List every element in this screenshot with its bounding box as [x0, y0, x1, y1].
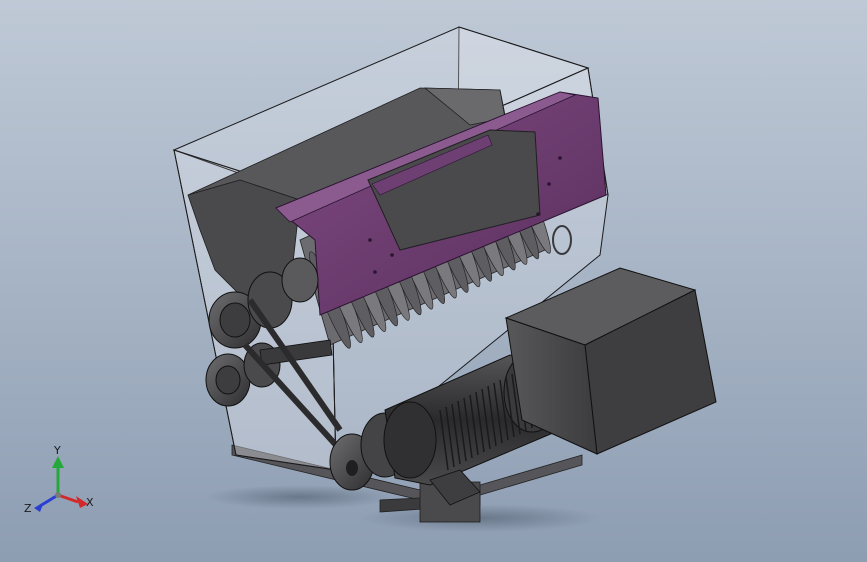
z-axis-arrow-icon: [34, 502, 44, 512]
x-axis-label: X: [86, 496, 94, 509]
cad-viewport[interactable]: Y X Z: [0, 0, 867, 562]
triad-origin: [55, 492, 61, 498]
y-axis-arrow-icon: [52, 456, 64, 468]
axis-triad: Y X Z: [24, 444, 94, 515]
x-axis-line: [57, 493, 79, 504]
y-axis-label: Y: [53, 444, 61, 457]
ground-shadow: [205, 485, 395, 509]
machine-assembly-model[interactable]: [0, 0, 867, 562]
z-axis-label: Z: [24, 502, 32, 515]
